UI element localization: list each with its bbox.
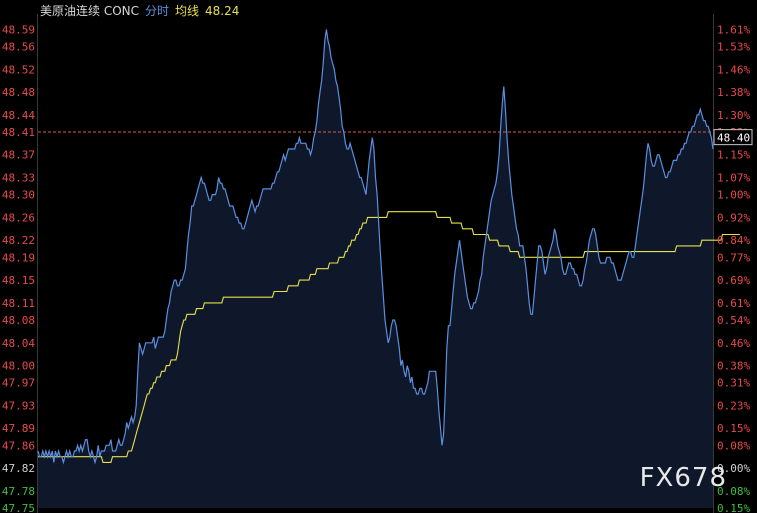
price-tick-label: 48.00	[2, 360, 35, 373]
price-tick-label: 48.59	[2, 23, 35, 36]
average-value: 48.24	[205, 4, 240, 18]
percent-tick-label: 0.46%	[717, 337, 750, 350]
percent-tick-label: 0.38%	[717, 360, 750, 373]
percent-tick-label: 0.54%	[717, 314, 750, 327]
percent-tick-label: 1.38%	[717, 86, 750, 99]
percent-tick-label: 1.30%	[717, 109, 750, 122]
chart-legend: 美原油连续 CONC 分时 均线 48.24	[40, 2, 245, 19]
last-price-text: 48.40	[717, 132, 750, 145]
instrument-name: 美原油连续 CONC	[40, 4, 139, 18]
price-chart: 48.59 48.56 48.52 48.48 48.44 48.41 48.37 48.33…	[2, 14, 753, 513]
price-tick-label: 48.30	[2, 189, 35, 202]
percent-tick-label: 0.84%	[717, 234, 750, 247]
percent-tick-label: 1.46%	[717, 63, 750, 76]
percent-tick-label: 1.15%	[717, 149, 750, 162]
percent-tick-label: 0.08%	[717, 439, 750, 452]
percent-tick-label: 1.53%	[717, 40, 750, 53]
price-tick-label: 48.26	[2, 211, 35, 224]
price-tick-label: 48.56	[2, 40, 35, 53]
mode-label: 分时	[145, 4, 170, 18]
price-tick-label: 47.82	[2, 462, 35, 475]
price-tick-label: 47.97	[2, 377, 35, 390]
price-tick-label: 48.44	[2, 109, 35, 122]
percent-tick-label: 0.69%	[717, 274, 750, 287]
price-tick-label: 47.89	[2, 422, 35, 435]
percent-tick-label: 0.23%	[717, 399, 750, 412]
left-price-ticks: 48.59 48.56 48.52 48.48 48.44 48.41 48.37 48.33…	[2, 23, 35, 513]
percent-tick-label: 1.61%	[717, 23, 750, 36]
percent-tick-label: 0.61%	[717, 297, 750, 310]
price-tick-label: 48.08	[2, 314, 35, 327]
average-label: 均线	[175, 4, 200, 18]
percent-tick-label: 1.00%	[717, 189, 750, 202]
price-tick-label: 48.04	[2, 337, 35, 350]
percent-tick-label: 0.15%	[717, 502, 750, 513]
percent-tick-label: 0.15%	[717, 422, 750, 435]
price-tick-label: 48.19	[2, 251, 35, 264]
percent-tick-label: 0.77%	[717, 251, 750, 264]
price-tick-label: 48.48	[2, 86, 35, 99]
price-tick-label: 47.78	[2, 485, 35, 498]
price-area-fill	[38, 29, 713, 509]
price-tick-label: 48.15	[2, 274, 35, 287]
last-price-label: 48.40	[713, 129, 753, 146]
price-tick-label: 48.37	[2, 149, 35, 162]
price-tick-label: 48.33	[2, 172, 35, 185]
price-tick-label: 48.22	[2, 234, 35, 247]
right-percent-ticks: 1.61%1.53%1.46%1.38%1.30%1.23%1.15%1.07%…	[717, 23, 750, 513]
price-tick-label: 47.93	[2, 399, 35, 412]
price-tick-label: 48.52	[2, 63, 35, 76]
watermark: FX678	[639, 463, 727, 493]
price-tick-label: 48.41	[2, 126, 35, 139]
price-tick-label: 47.75	[2, 502, 35, 513]
price-tick-label: 47.86	[2, 439, 35, 452]
percent-tick-label: 0.92%	[717, 211, 750, 224]
percent-tick-label: 0.31%	[717, 377, 750, 390]
price-tick-label: 48.11	[2, 297, 35, 310]
percent-tick-label: 1.07%	[717, 172, 750, 185]
